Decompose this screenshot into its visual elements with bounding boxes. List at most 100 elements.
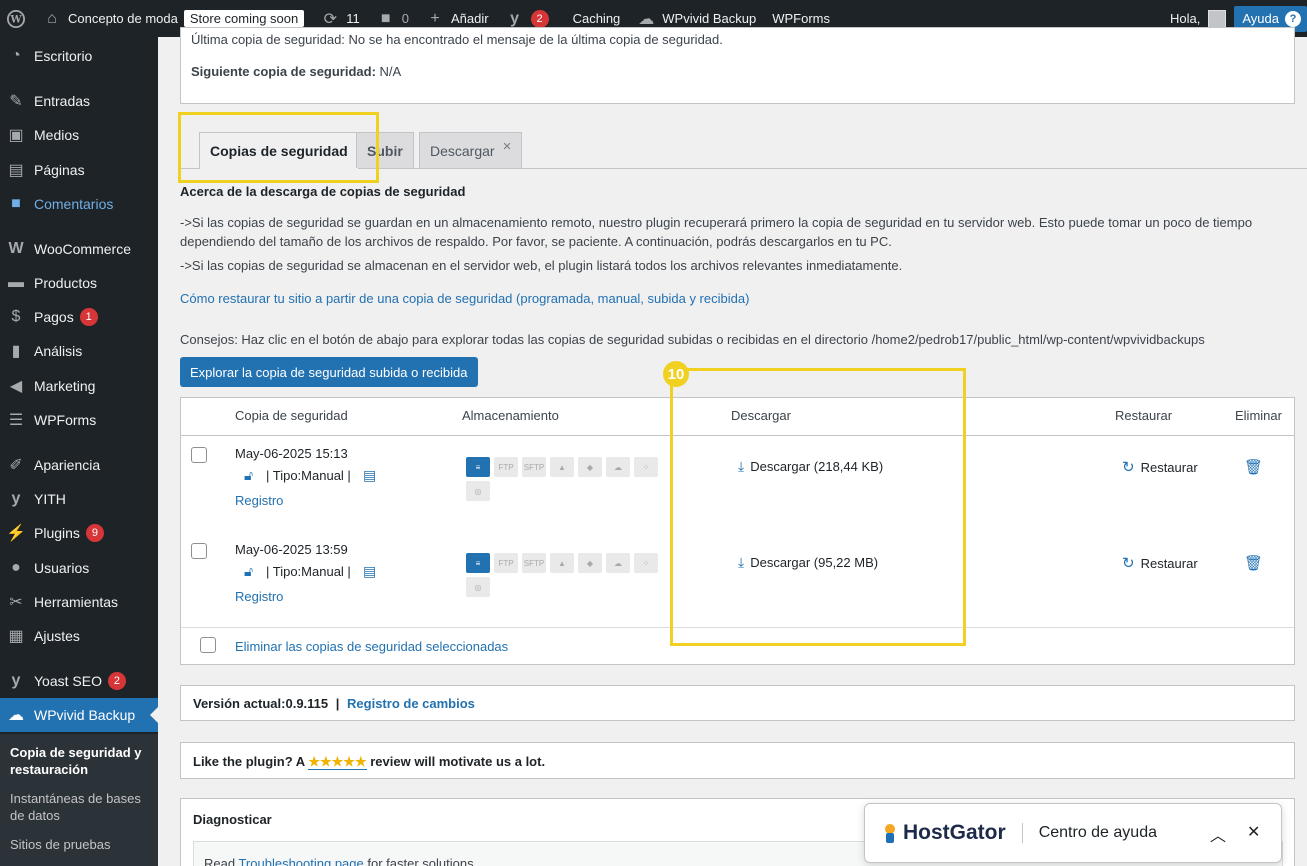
select-all-checkbox[interactable] (200, 637, 216, 653)
restore-link[interactable]: ↻ Restaurar (1122, 458, 1198, 476)
restore-link[interactable]: ↻ Restaurar (1122, 554, 1198, 572)
next-backup-row: Siguiente copia de seguridad: N/A (191, 64, 401, 79)
sidebar-item-usuarios[interactable]: ● Usuarios (0, 551, 158, 585)
col-restore: Restaurar (1115, 408, 1173, 423)
sidebar-item-yith[interactable]: y YITH (0, 482, 158, 516)
admin-sidebar: ◔ Escritorio ✎ Entradas ▣ Medios ▤ Páginas ■… (0, 37, 158, 866)
server-icon: ≡ (466, 553, 490, 573)
sidebar-item-label: Yoast SEO (34, 673, 102, 689)
store-coming-soon-pill[interactable]: Store coming soon (183, 10, 305, 27)
form-icon: ☰ (8, 412, 24, 429)
tab-backups[interactable]: Copias de seguridad (199, 132, 359, 169)
sidebar-item-herramientas[interactable]: ✂ Herramientas (0, 585, 158, 619)
comments-count: 0 (401, 11, 409, 26)
backup-schedule-box: Última copia de seguridad: No se ha enco… (180, 27, 1295, 104)
trash-icon[interactable]: 🗑︎ (1244, 458, 1263, 476)
submenu-backup-restore[interactable]: Copia de seguridad y restauración (10, 744, 150, 778)
plugins-badge: 9 (85, 524, 104, 542)
tab-upload[interactable]: Subir (356, 132, 414, 168)
sidebar-item-label: Productos (34, 275, 98, 291)
hostgator-divider (1021, 823, 1023, 843)
sidebar-item-label: Herramientas (34, 594, 119, 610)
log-link[interactable]: Registro (235, 493, 283, 508)
sidebar-item-paginas[interactable]: ▤ Páginas (0, 153, 158, 187)
sidebar-item-yoast-seo[interactable]: y Yoast SEO 2 (0, 664, 158, 698)
download-link[interactable]: ⤓ Descargar (95,22 MB) (738, 554, 878, 571)
megaphone-icon: ◀ (9, 378, 23, 395)
explore-backups-button[interactable]: Explorar la copia de seguridad subida o … (180, 357, 478, 387)
sidebar-item-label: Páginas (34, 162, 85, 178)
wordpress-icon: W (6, 9, 26, 29)
diagnose-rest: for faster solutions. (367, 856, 478, 866)
sidebar-item-label: Pagos (34, 309, 74, 325)
sidebar-item-marketing[interactable]: ◀ Marketing (0, 369, 158, 403)
review-text-before: Like the plugin? A (193, 754, 305, 769)
download-link[interactable]: ⤓ Descargar (218,44 KB) (738, 458, 883, 475)
yoast-seo-badge: 2 (107, 672, 126, 690)
about-line-3: ->Si las copias de seguridad se almacena… (180, 258, 903, 273)
dropbox-icon: ◆ (578, 553, 602, 573)
step-number-badge: 10 (663, 361, 689, 387)
sidebar-item-productos[interactable]: ▬ Productos (0, 266, 158, 300)
sidebar-item-medios[interactable]: ▣ Medios (0, 118, 158, 152)
close-icon[interactable]: × (503, 138, 512, 155)
user-icon: ● (11, 559, 21, 576)
chart-bar-icon: ▮ (11, 343, 21, 360)
sidebar-item-wpforms[interactable]: ☰ WPForms (0, 403, 158, 437)
storage-icons: ≡ FTP SFTP ▲ ◆ ☁ ⁘ ◎ (466, 457, 666, 501)
sidebar-item-label: WPForms (34, 412, 97, 428)
log-link[interactable]: Registro (235, 589, 283, 604)
sidebar-item-analisis[interactable]: ▮ Análisis (0, 334, 158, 368)
restore-guide-link[interactable]: Cómo restaurar tu sitio a partir de una … (180, 291, 749, 306)
row-checkbox[interactable] (191, 447, 207, 463)
trash-icon[interactable]: 🗑︎ (1244, 554, 1263, 572)
sidebar-item-apariencia[interactable]: ✐ Apariencia (0, 448, 158, 482)
restore-label: Restaurar (1140, 460, 1198, 475)
log-file-icon[interactable]: ▤ (363, 467, 376, 484)
sidebar-item-woocommerce[interactable]: W WooCommerce (0, 232, 158, 266)
sidebar-item-label: Análisis (34, 343, 83, 359)
col-storage: Almacenamiento (462, 408, 559, 423)
diagnose-read: Read (204, 856, 236, 866)
hostgator-help-widget[interactable]: HostGator Centro de ayuda ︿ ✕ (864, 803, 1282, 863)
tab-download[interactable]: Descargar × (419, 132, 523, 168)
troubleshooting-link[interactable]: Troubleshooting page (238, 856, 363, 866)
version-box: Versión actual:0.9.115 | Registro de cam… (180, 685, 1295, 721)
download-label: Descargar (218,44 KB) (750, 459, 884, 474)
sidebar-item-label: Comentarios (34, 196, 114, 212)
add-label: Añadir (451, 11, 489, 26)
wordpress-logo[interactable]: W (0, 0, 34, 37)
log-file-icon[interactable]: ▤ (363, 563, 376, 580)
unlock-icon[interactable]: 🔓︎ (244, 563, 253, 580)
storage-icons: ≡ FTP SFTP ▲ ◆ ☁ ⁘ ◎ (466, 553, 666, 597)
main-content: Última copia de seguridad: No se ha enco… (158, 27, 1307, 866)
onedrive-icon: ☁ (606, 553, 630, 573)
digitalocean-icon: ◎ (466, 577, 490, 597)
submenu-db-snapshots[interactable]: Instantáneas de bases de datos (10, 790, 150, 824)
sidebar-item-escritorio[interactable]: ◔ Escritorio (0, 39, 158, 73)
chevron-up-icon[interactable]: ︿ (1210, 822, 1226, 846)
sidebar-item-ajustes[interactable]: ▦ Ajustes (0, 619, 158, 653)
sidebar-item-comentarios[interactable]: ■ Comentarios (0, 187, 158, 221)
sidebar-item-pagos[interactable]: $ Pagos 1 (0, 300, 158, 334)
wrench-icon: ✂ (9, 594, 23, 611)
changelog-link[interactable]: Registro de cambios (347, 696, 475, 711)
tab-download-label: Descargar (430, 142, 495, 159)
sidebar-item-plugins[interactable]: ⚡ Plugins 9 (0, 516, 158, 550)
submenu-staging[interactable]: Sitios de pruebas (10, 836, 150, 853)
sidebar-item-label: Plugins (34, 525, 80, 541)
delete-selected-link[interactable]: Eliminar las copias de seguridad selecci… (235, 639, 508, 654)
server-icon: ≡ (466, 457, 490, 477)
backup-date: May-06-2025 13:59 (235, 542, 348, 557)
sidebar-item-entradas[interactable]: ✎ Entradas (0, 84, 158, 118)
row-checkbox[interactable] (191, 543, 207, 559)
pin-icon: ✎ (9, 93, 23, 110)
backup-table (180, 397, 1295, 665)
review-stars-link[interactable]: ★★★★★ (308, 754, 367, 770)
close-icon[interactable]: ✕ (1247, 822, 1260, 842)
settings-icon: ▦ (8, 628, 24, 645)
unlock-icon[interactable]: 🔓︎ (244, 467, 253, 484)
about-line-2: dependiendo del tamaño de los archivos d… (180, 234, 892, 249)
sidebar-item-wpvivid-backup[interactable]: ☁ WPvivid Backup (0, 698, 158, 732)
sidebar-item-label: Usuarios (34, 560, 90, 576)
